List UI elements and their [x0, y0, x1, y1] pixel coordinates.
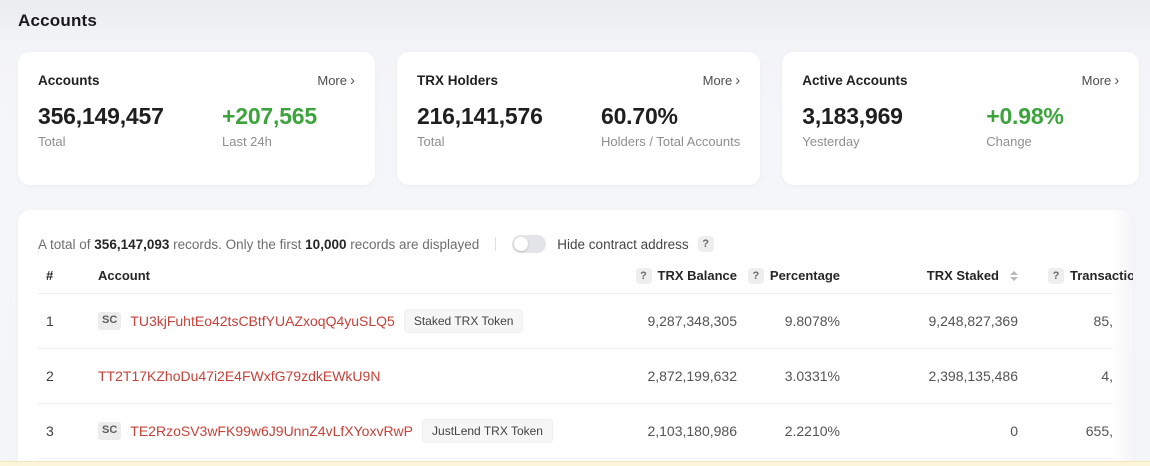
column-label: Transactions — [1070, 268, 1133, 283]
help-icon[interactable]: ? — [697, 236, 714, 252]
vertical-divider — [495, 237, 497, 251]
stat-label: Last 24h — [222, 134, 272, 149]
account-cell: SC TE2RzoSV3wFK99w6J9UnnZ4vLfXYoxvRwP Ju… — [98, 418, 620, 444]
account-tag-badge: JustLend TRX Token — [422, 418, 553, 444]
stat-value: 60.70% — [601, 103, 678, 129]
stat-label: Total — [417, 134, 445, 149]
records-limit: 10,000 — [305, 236, 347, 252]
table-header: # Account ? TRX Balance ? Percentage TRX… — [38, 258, 1133, 294]
column-label: TRX Staked — [926, 268, 999, 283]
accounts-page: Accounts Accounts More › 356,149,457 Tota… — [0, 0, 1150, 466]
stat-label: Holders / Total Accounts — [601, 134, 741, 149]
stat-block: 216,141,576 Total — [417, 103, 601, 149]
account-tag-badge: Staked TRX Token — [403, 308, 524, 334]
trx-staked-cell: 9,248,827,369 — [928, 313, 1018, 329]
more-link[interactable]: More › — [317, 73, 355, 88]
summary-text: records. Only the first — [169, 236, 306, 252]
percentage-cell: 3.0331% — [784, 368, 840, 384]
stat-card: TRX Holders More › 216,141,576 Total 60.7… — [397, 52, 761, 185]
help-icon[interactable]: ? — [1048, 267, 1064, 284]
hide-contract-label: Hide contract address — [557, 236, 689, 252]
summary-text: A total of — [38, 236, 95, 252]
more-label: More — [702, 73, 733, 88]
percentage-cell: 2.2210% — [784, 423, 840, 439]
stat-card-title: Accounts — [38, 73, 100, 88]
account-address-link[interactable]: TU3kjFuhtEo42tsCBtfYUAZxoqQ4yuSLQ5 — [130, 313, 395, 329]
percentage-cell: 9.8078% — [784, 313, 840, 329]
table-meta-row: A total of 356,147,093 records. Only the… — [38, 210, 1113, 258]
stat-block: 356,149,457 Total — [38, 103, 222, 149]
table-body: 1 SC TU3kjFuhtEo42tsCBtfYUAZxoqQ4yuSLQ5 … — [38, 294, 1113, 459]
accounts-table-card: A total of 356,147,093 records. Only the… — [18, 210, 1133, 466]
stat-value: 356,149,457 — [38, 103, 164, 129]
stat-value: +0.98% — [986, 103, 1064, 129]
smart-contract-badge: SC — [98, 422, 122, 440]
stat-label: Yesterday — [802, 134, 860, 149]
hide-contract-toggle[interactable] — [512, 235, 547, 253]
stat-block: 60.70% Holders / Total Accounts — [601, 103, 740, 149]
page-title: Accounts — [18, 11, 98, 30]
account-cell: SC TU3kjFuhtEo42tsCBtfYUAZxoqQ4yuSLQ5 St… — [98, 308, 620, 334]
records-summary: A total of 356,147,093 records. Only the… — [38, 237, 479, 252]
bottom-banner-strip — [0, 461, 1150, 466]
chevron-right-icon: › — [350, 72, 355, 89]
stat-block: 3,183,969 Yesterday — [802, 103, 986, 149]
chevron-right-icon: › — [1114, 72, 1120, 89]
transactions-cell: 4, — [1101, 368, 1113, 384]
more-link[interactable]: More › — [703, 73, 741, 88]
records-total: 356,147,093 — [94, 236, 170, 252]
column-header-trx-balance: ? TRX Balance — [620, 267, 737, 284]
stat-cards-row: Accounts More › 356,149,457 Total +207,56… — [18, 52, 1140, 185]
column-header-percentage: ? Percentage — [737, 267, 840, 284]
column-header-transactions: ? Transactions — [1018, 267, 1133, 284]
stat-card-title: Active Accounts — [802, 73, 908, 88]
trx-staked-cell: 0 — [1010, 423, 1018, 439]
toggle-knob — [514, 237, 529, 251]
stat-label: Change — [986, 134, 1032, 149]
column-header-trx-staked[interactable]: TRX Staked — [840, 268, 1018, 283]
table-row: 2 TT2T17KZhoDu47i2E4FWxfG79zdkEWkU9N 2,8… — [38, 349, 1113, 404]
more-label: More — [1081, 73, 1112, 88]
help-icon[interactable]: ? — [635, 267, 652, 284]
scroll-edge-shadow — [1111, 210, 1133, 466]
column-header-index: # — [46, 268, 54, 283]
trx-balance-cell: 2,103,180,986 — [647, 423, 737, 439]
table-row: 1 SC TU3kjFuhtEo42tsCBtfYUAZxoqQ4yuSLQ5 … — [38, 294, 1113, 349]
transactions-cell: 85, — [1093, 313, 1113, 329]
rank-cell: 3 — [46, 423, 54, 439]
stat-value: 216,141,576 — [417, 103, 543, 129]
account-address-link[interactable]: TT2T17KZhoDu47i2E4FWxfG79zdkEWkU9N — [98, 368, 380, 384]
table-row: 3 SC TE2RzoSV3wFK99w6J9UnnZ4vLfXYoxvRwP … — [38, 404, 1113, 459]
rank-cell: 2 — [46, 368, 54, 384]
more-label: More — [317, 73, 347, 88]
stat-card-stats: 216,141,576 Total 60.70% Holders / Total… — [417, 103, 740, 149]
account-address-link[interactable]: TE2RzoSV3wFK99w6J9UnnZ4vLfXYoxvRwP — [130, 423, 413, 439]
stat-card: Active Accounts More › 3,183,969 Yesterda… — [782, 52, 1140, 185]
rank-cell: 1 — [46, 313, 54, 329]
trx-balance-cell: 9,287,348,305 — [647, 313, 737, 329]
stat-card-title: TRX Holders — [417, 73, 499, 88]
stat-value: 3,183,969 — [802, 103, 903, 129]
account-cell: TT2T17KZhoDu47i2E4FWxfG79zdkEWkU9N — [98, 368, 620, 384]
stat-value: +207,565 — [222, 103, 317, 129]
sort-icon[interactable] — [1010, 270, 1018, 281]
chevron-right-icon: › — [735, 72, 741, 89]
column-header-account: Account — [98, 268, 150, 283]
stat-card-stats: 3,183,969 Yesterday +0.98% Change — [802, 103, 1119, 149]
stat-label: Total — [38, 134, 66, 149]
stat-card-stats: 356,149,457 Total +207,565 Last 24h — [38, 103, 355, 149]
summary-text: records are displayed — [346, 236, 480, 252]
trx-balance-cell: 2,872,199,632 — [647, 368, 737, 384]
stat-block: +0.98% Change — [986, 103, 1119, 149]
help-icon[interactable]: ? — [747, 267, 764, 284]
stat-block: +207,565 Last 24h — [222, 103, 355, 149]
column-label: Percentage — [769, 268, 840, 283]
column-label: TRX Balance — [657, 268, 737, 283]
trx-staked-cell: 2,398,135,486 — [928, 368, 1018, 384]
transactions-cell: 655, — [1085, 423, 1113, 439]
stat-card: Accounts More › 356,149,457 Total +207,56… — [18, 52, 375, 185]
smart-contract-badge: SC — [98, 312, 122, 330]
more-link[interactable]: More › — [1082, 73, 1120, 88]
